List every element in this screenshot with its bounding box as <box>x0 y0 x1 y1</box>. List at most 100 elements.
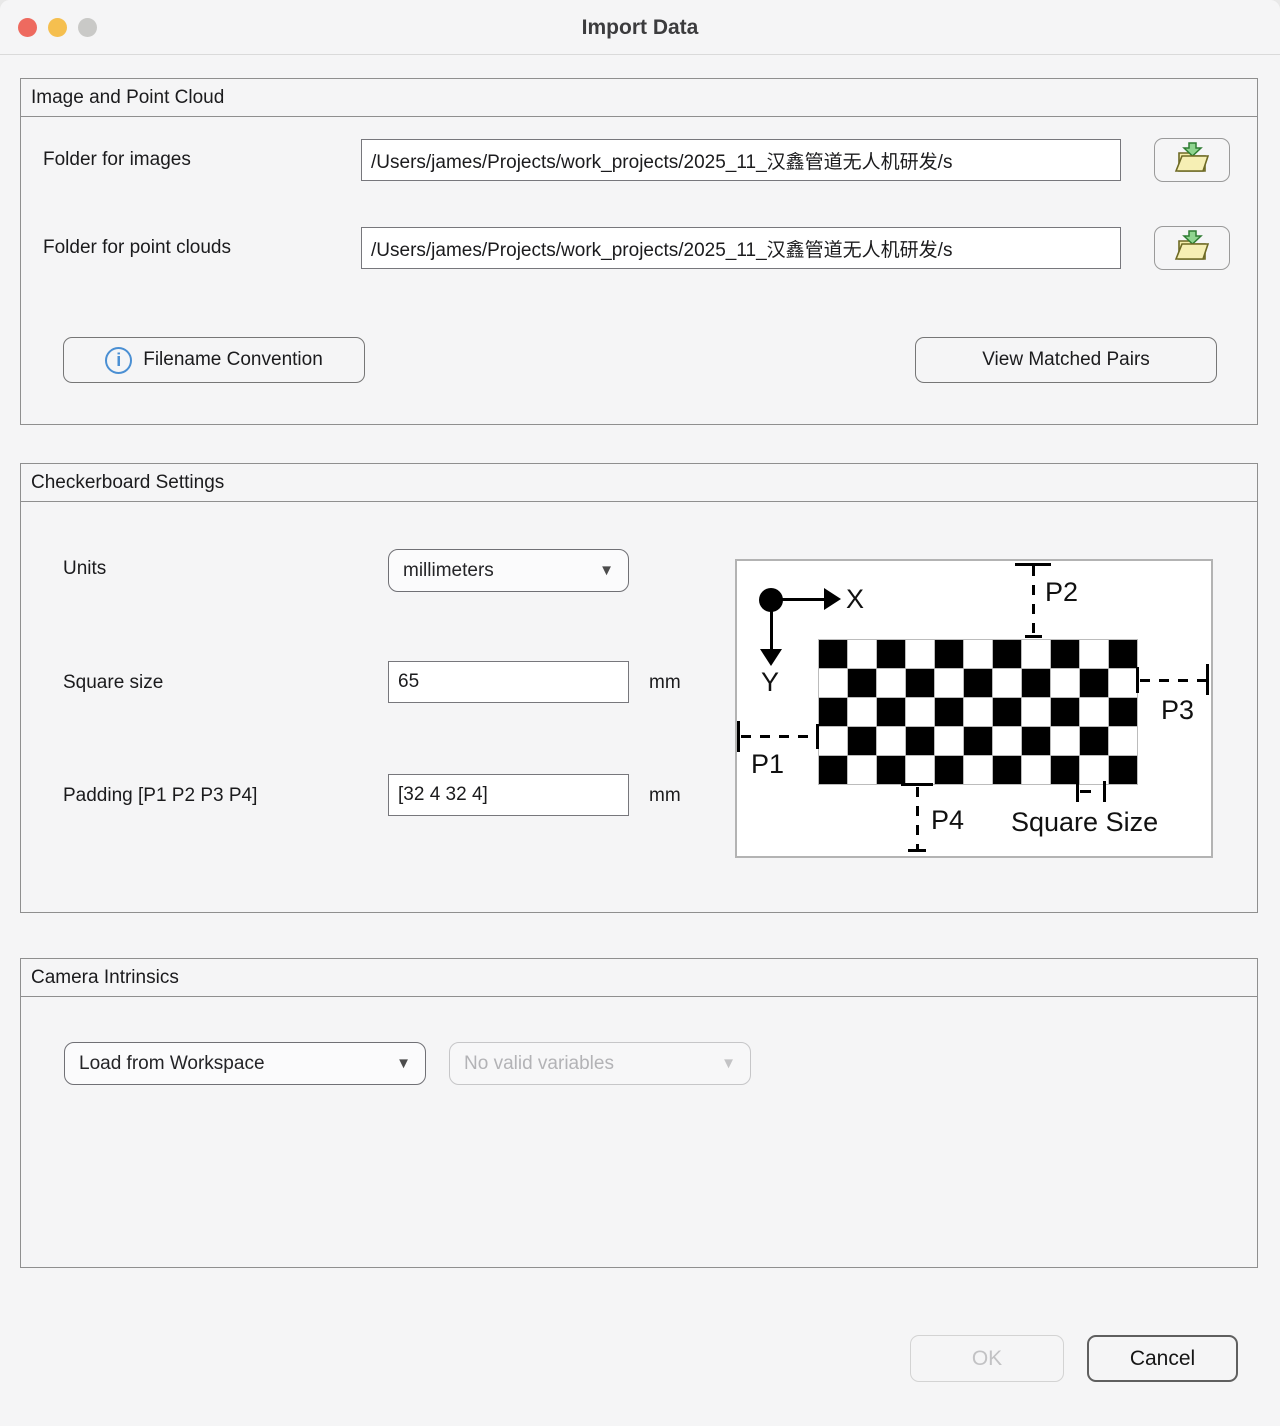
checkerboard-cell <box>935 698 963 726</box>
checkerboard-cell <box>935 727 963 755</box>
checkerboard-cell <box>877 669 905 697</box>
checkerboard-cell <box>935 640 963 668</box>
x-axis-line <box>771 598 825 601</box>
intrinsics-variable-selected-value: No valid variables <box>464 1053 614 1075</box>
folder-images-input[interactable] <box>361 139 1121 181</box>
padding-input[interactable] <box>388 774 629 816</box>
checkerboard-cell <box>993 698 1021 726</box>
p2-board-cap <box>1025 635 1042 638</box>
import-data-dialog: Import Data Image and Point Cloud Folder… <box>0 0 1280 1426</box>
p2-dashed-line <box>1032 566 1035 637</box>
checkerboard-cell <box>935 669 963 697</box>
square-size-tick-right <box>1103 781 1106 802</box>
section-header: Image and Point Cloud <box>21 79 1257 117</box>
checkerboard-cell <box>964 756 992 784</box>
checkerboard-cell <box>964 727 992 755</box>
intrinsics-source-dropdown[interactable]: Load from Workspace ▼ <box>64 1042 426 1085</box>
open-folder-icon <box>1172 229 1212 268</box>
y-axis-arrow-icon <box>760 649 782 666</box>
p1-board-cap <box>816 724 819 749</box>
checkerboard-cell <box>819 669 847 697</box>
checkerboard-cell <box>1109 698 1137 726</box>
checkerboard-cell <box>993 669 1021 697</box>
units-selected-value: millimeters <box>403 560 494 582</box>
section-header: Checkerboard Settings <box>21 464 1257 502</box>
filename-convention-label: Filename Convention <box>143 349 323 371</box>
units-label: Units <box>63 558 106 580</box>
p1-label: P1 <box>751 749 784 780</box>
info-icon: i <box>105 347 132 374</box>
folder-point-clouds-label: Folder for point clouds <box>43 237 231 259</box>
units-dropdown[interactable]: millimeters ▼ <box>388 549 629 592</box>
p4-end-cap <box>908 849 926 852</box>
p3-end-cap <box>1206 664 1209 695</box>
checkerboard-cell <box>906 727 934 755</box>
p4-board-cap <box>901 783 933 786</box>
checkerboard-cell <box>964 698 992 726</box>
checkerboard-cell <box>848 698 876 726</box>
section-header: Camera Intrinsics <box>21 959 1257 997</box>
square-size-unit: mm <box>649 672 681 694</box>
chevron-down-icon: ▼ <box>599 562 614 579</box>
p1-dashed-line <box>741 735 817 738</box>
checkerboard-cell <box>819 698 847 726</box>
title-bar: Import Data <box>0 0 1280 55</box>
view-matched-pairs-button[interactable]: View Matched Pairs <box>915 337 1217 383</box>
checkerboard-grid <box>818 639 1138 785</box>
browse-point-clouds-folder-button[interactable] <box>1154 226 1230 270</box>
checkerboard-cell <box>1022 698 1050 726</box>
p1-end-cap <box>737 721 740 752</box>
checkerboard-cell <box>1080 698 1108 726</box>
section-image-and-point-cloud: Image and Point Cloud Folder for images … <box>20 78 1258 425</box>
checkerboard-cell <box>935 756 963 784</box>
x-axis-arrow-icon <box>824 588 841 610</box>
checkerboard-cell <box>1022 727 1050 755</box>
padding-unit: mm <box>649 785 681 807</box>
intrinsics-variable-dropdown: No valid variables ▼ <box>449 1042 751 1085</box>
checkerboard-cell <box>1022 756 1050 784</box>
open-folder-icon <box>1172 141 1212 180</box>
folder-point-clouds-input[interactable] <box>361 227 1121 269</box>
checkerboard-cell <box>819 756 847 784</box>
intrinsics-source-selected-value: Load from Workspace <box>79 1053 265 1075</box>
checkerboard-cell <box>819 727 847 755</box>
square-size-label: Square size <box>63 672 163 694</box>
checkerboard-cell <box>877 698 905 726</box>
ok-button: OK <box>910 1335 1064 1382</box>
checkerboard-cell <box>848 640 876 668</box>
checkerboard-cell <box>1080 727 1108 755</box>
y-axis-label: Y <box>761 667 779 698</box>
cancel-button[interactable]: Cancel <box>1087 1335 1238 1382</box>
checkerboard-cell <box>1022 669 1050 697</box>
checkerboard-cell <box>1080 669 1108 697</box>
filename-convention-button[interactable]: i Filename Convention <box>63 337 365 383</box>
checkerboard-cell <box>993 756 1021 784</box>
square-size-tick-bar <box>1080 790 1091 793</box>
chevron-down-icon: ▼ <box>721 1055 736 1072</box>
checkerboard-cell <box>877 756 905 784</box>
checkerboard-cell <box>906 756 934 784</box>
browse-images-folder-button[interactable] <box>1154 138 1230 182</box>
checkerboard-cell <box>1051 669 1079 697</box>
checkerboard-cell <box>993 640 1021 668</box>
checkerboard-cell <box>1109 756 1137 784</box>
padding-label: Padding [P1 P2 P3 P4] <box>63 785 257 807</box>
checkerboard-cell <box>1051 698 1079 726</box>
checkerboard-cell <box>1109 727 1137 755</box>
checkerboard-cell <box>877 640 905 668</box>
x-axis-label: X <box>846 584 864 615</box>
y-axis-line <box>770 599 773 650</box>
view-matched-pairs-label: View Matched Pairs <box>982 349 1150 371</box>
square-size-input[interactable] <box>388 661 629 703</box>
folder-images-label: Folder for images <box>43 149 191 171</box>
checkerboard-cell <box>848 669 876 697</box>
checkerboard-cell <box>993 727 1021 755</box>
p3-board-cap <box>1136 667 1139 693</box>
checkerboard-cell <box>1051 640 1079 668</box>
p2-label: P2 <box>1045 577 1078 608</box>
checkerboard-cell <box>1051 727 1079 755</box>
p3-label: P3 <box>1161 695 1194 726</box>
section-checkerboard-settings: Checkerboard Settings Units millimeters … <box>20 463 1258 913</box>
p4-dashed-line <box>916 787 919 850</box>
checkerboard-diagram: X Y P2 P3 P1 P4 <box>735 559 1213 858</box>
